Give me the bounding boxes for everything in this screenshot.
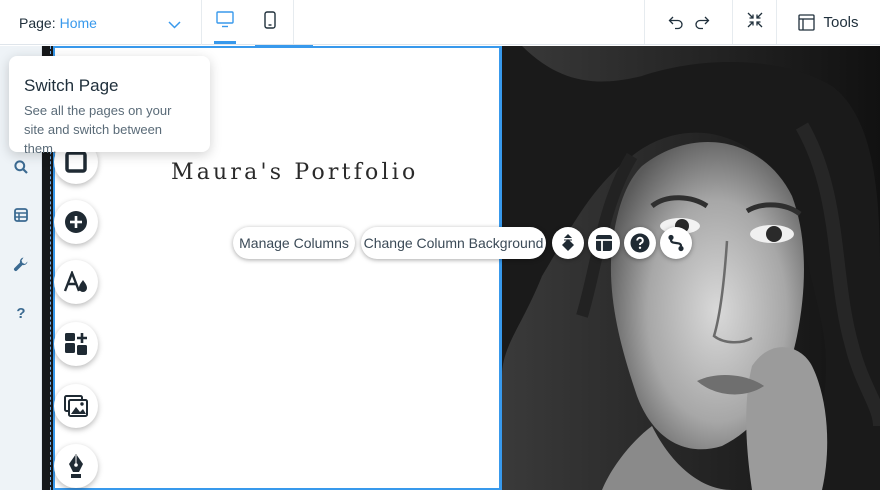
switch-page-tooltip: Switch Page See all the pages on your si… (9, 56, 210, 156)
apps-grid-icon (64, 332, 88, 356)
pen-nib-icon (66, 453, 86, 479)
layout-icon (595, 234, 613, 252)
desktop-view-button[interactable] (202, 0, 248, 44)
undo-redo-group (644, 0, 732, 44)
cms-button[interactable] (0, 200, 42, 230)
blog-button[interactable] (54, 444, 98, 488)
manage-columns-button[interactable]: Manage Columns (233, 227, 355, 259)
site-design-button[interactable] (54, 260, 98, 304)
help-element-button[interactable] (624, 227, 656, 259)
topbar-actions: Tools (644, 0, 880, 44)
top-bar: Page: Home Tools (0, 0, 880, 45)
animation-button[interactable] (660, 227, 692, 259)
add-apps-button[interactable] (54, 322, 98, 366)
portrait-illustration (502, 46, 880, 490)
mobile-icon (264, 10, 276, 34)
layout-button[interactable] (588, 227, 620, 259)
redo-icon[interactable] (694, 14, 710, 30)
device-switcher (202, 0, 294, 44)
arrange-button[interactable] (552, 227, 584, 259)
database-table-icon (14, 208, 28, 222)
help-icon: ? (16, 304, 26, 322)
add-elements-button[interactable] (54, 200, 98, 244)
settings-tools-button[interactable] (0, 249, 42, 279)
undo-icon[interactable] (668, 14, 684, 30)
media-button[interactable] (54, 384, 98, 428)
tools-label: Tools (823, 13, 859, 31)
media-image-icon (64, 395, 88, 417)
page-label: Page: (19, 14, 56, 31)
desktop-icon (216, 11, 234, 33)
site-title[interactable]: Maura's Portfolio (171, 160, 418, 185)
tooltip-title: Switch Page (24, 76, 119, 95)
question-circle-icon (630, 233, 650, 253)
mobile-view-button[interactable] (248, 0, 294, 44)
page-switcher[interactable]: Page: Home (0, 0, 202, 45)
help-button[interactable]: ? (0, 298, 42, 328)
chevron-down-icon (168, 16, 181, 34)
portrait-image[interactable] (502, 46, 880, 490)
tools-icon (798, 13, 816, 31)
search-icon (14, 160, 28, 174)
arrange-layers-icon (561, 233, 575, 253)
zoom-out-icon (747, 12, 763, 33)
zoom-out-button[interactable] (732, 0, 776, 44)
tooltip-text: See all the pages on your site and switc… (24, 103, 172, 156)
animation-path-icon (667, 234, 685, 252)
theme-design-icon (63, 271, 89, 293)
change-column-background-button[interactable]: Change Column Background (361, 227, 546, 259)
plus-circle-icon (64, 210, 88, 234)
current-page-name: Home (59, 14, 97, 31)
wrench-icon (13, 256, 29, 272)
tools-button[interactable]: Tools (776, 0, 880, 44)
